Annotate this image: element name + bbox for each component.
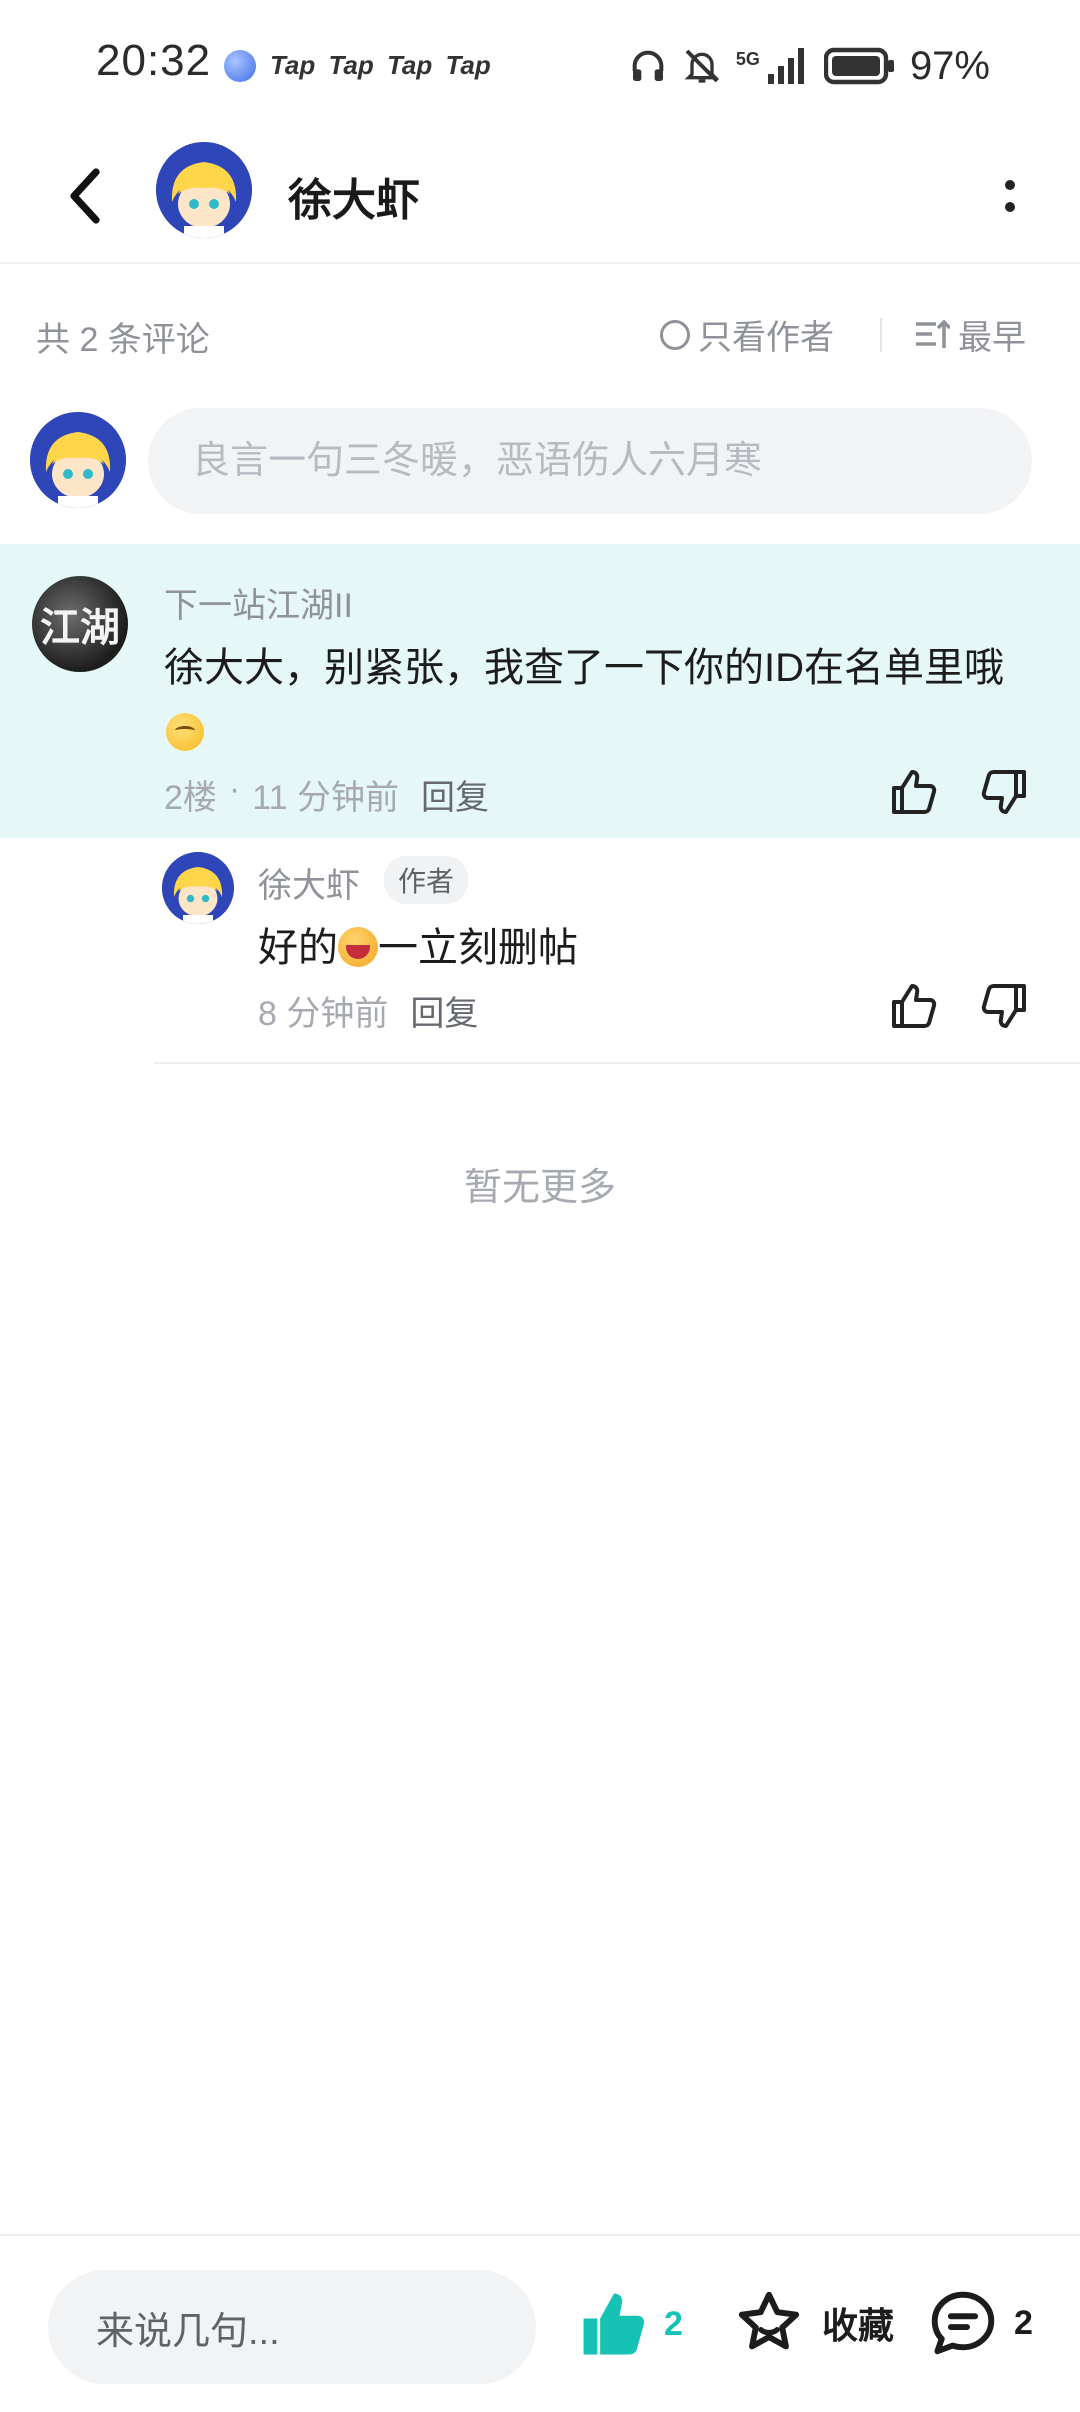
top-app-bar: 徐大虾 — [0, 130, 1080, 264]
status-bar: 20:32 Tap Tap Tap Tap 5G 97% — [0, 0, 1080, 130]
post-like-button[interactable]: 2 — [578, 2288, 683, 2360]
thumbs-up-icon — [892, 984, 937, 1028]
like-button[interactable] — [888, 980, 940, 1032]
like-count: 2 — [664, 2304, 683, 2343]
comment-meta: 2楼 · 11 分钟前 回复 — [164, 770, 489, 819]
like-button[interactable] — [888, 766, 940, 818]
battery-percent: 97% — [909, 43, 990, 88]
reply-text: 好的 一立刻删帖 — [258, 918, 578, 978]
comments-button[interactable]: 2 — [928, 2288, 1033, 2358]
mute-bell-icon — [682, 46, 722, 86]
signal-icon — [766, 46, 810, 86]
author-badge: 作者 — [384, 856, 469, 904]
thumbs-down-icon — [981, 984, 1026, 1028]
bottom-input-placeholder: 来说几句... — [96, 2310, 280, 2353]
comment-body: 徐大大，别紧张，我查了一下你的ID在名单里哦 — [164, 646, 1004, 690]
divider — [154, 1062, 1080, 1064]
bottom-comment-input[interactable]: 来说几句... — [48, 2270, 536, 2384]
commenter-username[interactable]: 下一站江湖II — [164, 578, 353, 627]
star-icon — [738, 2291, 800, 2350]
author-avatar[interactable] — [156, 142, 252, 238]
reply-button[interactable]: 回复 — [410, 986, 478, 1035]
divider — [880, 318, 882, 352]
app-notification-badges: Tap Tap Tap Tap — [270, 50, 491, 80]
app-notification-icon — [224, 50, 256, 82]
favorite-button[interactable]: 收藏 — [734, 2288, 894, 2358]
network-type: 5G — [735, 49, 760, 69]
reply-username[interactable]: 徐大虾 — [258, 858, 360, 907]
reply-text-end: 一立刻删帖 — [378, 926, 578, 970]
avatar-character-icon — [162, 852, 234, 924]
sort-button[interactable]: 最早 — [914, 310, 1026, 359]
bottom-action-bar: 来说几句... 2 收藏 2 — [0, 2234, 1080, 2412]
laugh-emoji-icon — [338, 927, 378, 967]
commenter-avatar[interactable]: 江湖 — [32, 576, 128, 672]
floor-number: 2楼 — [164, 779, 217, 817]
avatar-character-icon — [156, 142, 252, 238]
radio-circle-icon — [660, 319, 690, 350]
reply-button[interactable]: 回复 — [421, 770, 489, 819]
more-dot — [1005, 202, 1015, 212]
status-icons: 5G 97% — [628, 38, 990, 94]
thumbs-up-icon — [892, 770, 937, 814]
back-button[interactable] — [46, 156, 126, 236]
floor-comment: 江湖 下一站江湖II 徐大大，别紧张，我查了一下你的ID在名单里哦 2楼 · 1… — [0, 544, 1080, 838]
avatar-calligraphy-text: 江湖 — [40, 604, 120, 651]
headphones-icon — [628, 46, 668, 86]
comment-input[interactable] — [148, 408, 1032, 514]
chevron-left-icon — [70, 168, 100, 224]
status-time: 20:32 — [96, 36, 212, 85]
reply-time: 8 分钟前 — [258, 995, 389, 1033]
comment-filter-bar: 共 2 条评论 只看作者 最早 — [0, 300, 1080, 370]
battery-icon — [823, 46, 896, 86]
my-avatar — [30, 412, 126, 508]
reply-text-start: 好的 — [258, 926, 338, 970]
dislike-button[interactable] — [978, 766, 1030, 818]
avatar-character-icon — [30, 412, 126, 508]
comment-text: 徐大大，别紧张，我查了一下你的ID在名单里哦 — [164, 636, 1024, 764]
favorite-label: 收藏 — [822, 2305, 895, 2346]
comment-count-badge: 2 — [1014, 2303, 1033, 2342]
reply-author-avatar[interactable] — [162, 852, 234, 924]
comment-thread-screen: 20:32 Tap Tap Tap Tap 5G 97% 徐大虾 共 2 条评论… — [0, 0, 1080, 2412]
more-dot — [1005, 180, 1015, 190]
more-options-button[interactable] — [980, 160, 1040, 232]
page-title: 徐大虾 — [288, 176, 420, 225]
author-only-toggle[interactable]: 只看作者 — [660, 310, 834, 359]
sort-icon — [916, 318, 950, 348]
comment-time: 11 分钟前 — [252, 779, 399, 817]
comment-count: 共 2 条评论 — [36, 321, 210, 359]
smile-emoji-icon — [166, 713, 204, 751]
author-only-label: 只看作者 — [698, 319, 834, 357]
thumbs-down-icon — [981, 770, 1026, 814]
sub-reply: 徐大虾 作者 好的 一立刻删帖 8 分钟前 回复 — [0, 838, 1080, 1064]
comment-bubble-icon — [931, 2291, 995, 2355]
sort-label: 最早 — [958, 319, 1026, 357]
thumbs-up-filled-icon — [583, 2293, 645, 2355]
dislike-button[interactable] — [978, 980, 1030, 1032]
meta-dot: · — [228, 770, 241, 808]
no-more-label: 暂无更多 — [463, 1167, 616, 1209]
reply-meta: 8 分钟前 回复 — [258, 986, 478, 1035]
